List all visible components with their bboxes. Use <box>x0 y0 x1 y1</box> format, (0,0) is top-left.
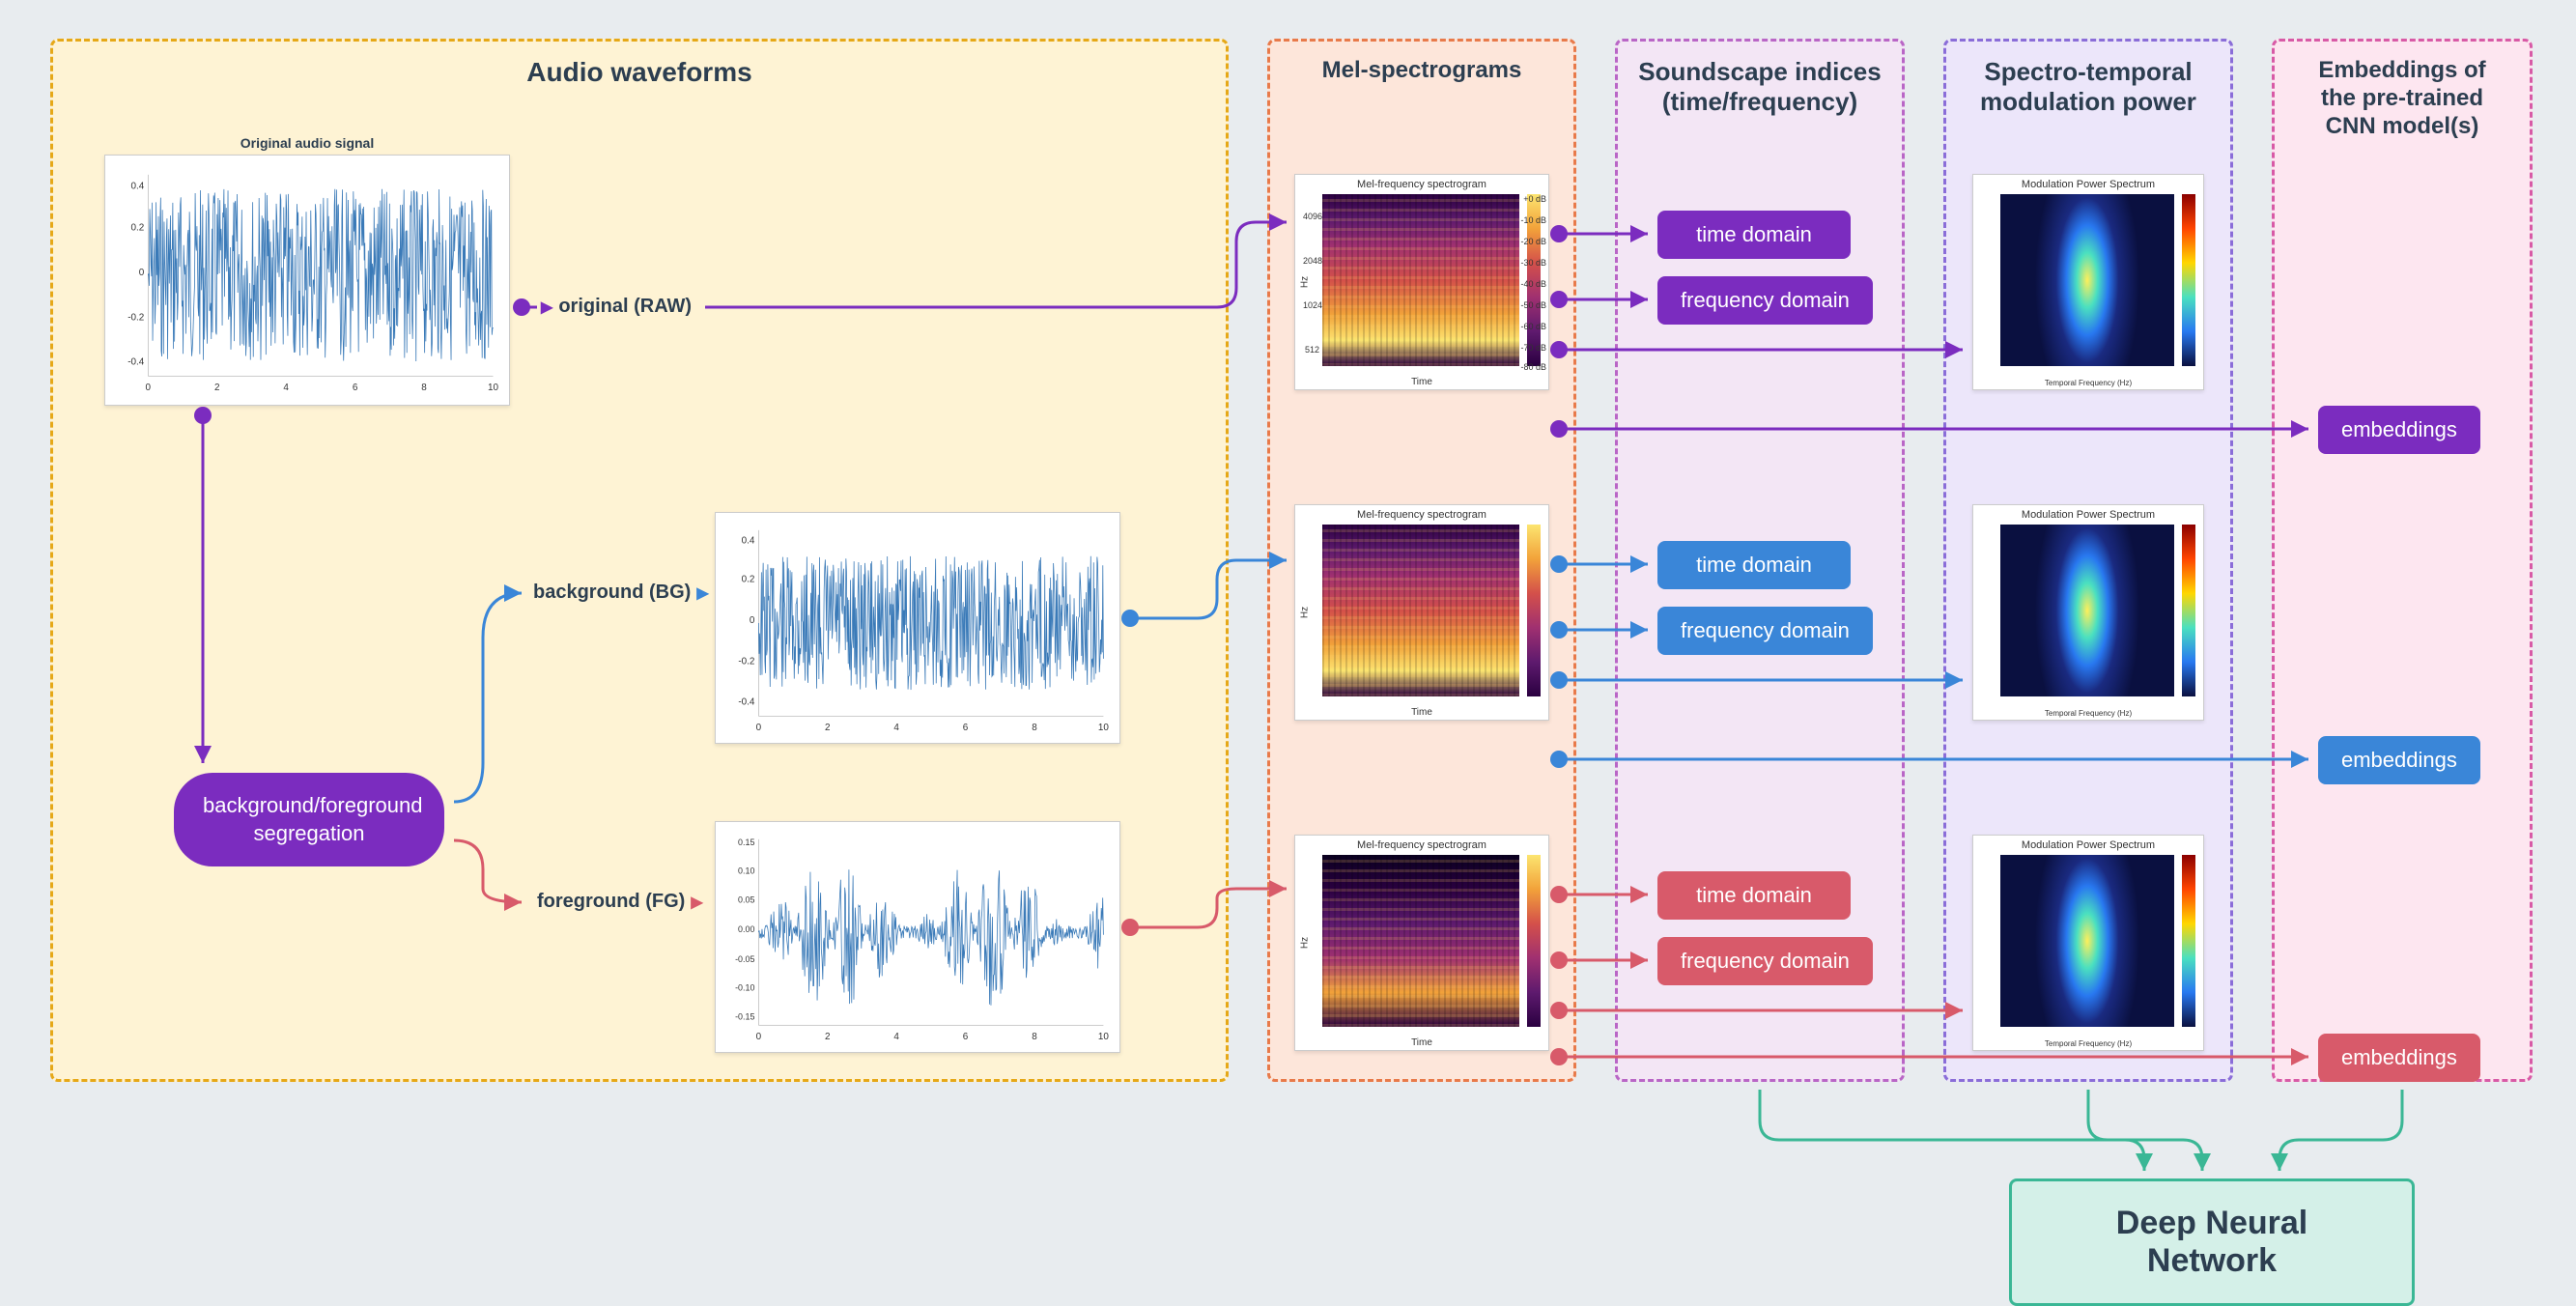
background-waveform-chart: 0.4 0.2 0 -0.2 -0.4 0 2 4 6 8 10 <box>715 512 1120 744</box>
svg-text:0.4: 0.4 <box>742 536 755 547</box>
svg-text:4: 4 <box>283 383 289 393</box>
svg-text:-0.4: -0.4 <box>738 696 755 707</box>
mps-heatmap <box>2000 194 2174 366</box>
mel-spectrogram-background: Mel-frequency spectrogram Hz Time <box>1294 504 1549 721</box>
svg-text:-0.4: -0.4 <box>127 356 145 367</box>
panel-title-mps: Spectro-temporal modulation power <box>1962 57 2215 117</box>
mel-spectrogram-foreground: Mel-frequency spectrogram Hz Time <box>1294 835 1549 1051</box>
svg-text:-0.10: -0.10 <box>735 983 754 993</box>
original-waveform-group: Original audio signal 0.4 0.2 0 -0.2 -0.4 0 2… <box>104 135 510 406</box>
svg-text:10: 10 <box>1098 1032 1110 1042</box>
embeddings-badge-original: embeddings <box>2318 406 2480 454</box>
flow-label-background: background (BG)▶ <box>533 582 709 604</box>
panel-title-indices: Soundscape indices (time/frequency) <box>1633 57 1886 117</box>
mps-colorbar <box>2182 525 2195 696</box>
svg-text:0.15: 0.15 <box>738 838 754 847</box>
svg-text:0.05: 0.05 <box>738 894 754 904</box>
mps-colorbar <box>2182 855 2195 1027</box>
embeddings-badge-bg: embeddings <box>2318 736 2480 784</box>
flow-label-original: ▶original (RAW) <box>541 296 692 318</box>
svg-text:-0.15: -0.15 <box>735 1011 754 1021</box>
svg-text:0: 0 <box>750 615 755 626</box>
svg-text:0.00: 0.00 <box>738 924 754 934</box>
svg-text:8: 8 <box>1032 723 1037 733</box>
mps-heatmap <box>2000 525 2174 696</box>
svg-text:2: 2 <box>825 1032 831 1042</box>
svg-text:8: 8 <box>1032 1032 1037 1042</box>
mel-heatmap <box>1322 194 1519 366</box>
mel-heatmap <box>1322 855 1519 1027</box>
svg-text:0: 0 <box>146 383 152 393</box>
freq-domain-badge-bg: frequency domain <box>1657 607 1873 655</box>
svg-text:0.10: 0.10 <box>738 866 754 876</box>
svg-text:-0.2: -0.2 <box>127 313 145 324</box>
panel-title-mel: Mel-spectrograms <box>1286 57 1558 84</box>
svg-text:0.4: 0.4 <box>131 182 145 192</box>
time-domain-badge-original: time domain <box>1657 211 1851 259</box>
segregation-pill: background/foreground segregation <box>174 773 444 866</box>
mel-colorbar <box>1527 855 1541 1027</box>
svg-text:4: 4 <box>893 1032 899 1042</box>
mps-colorbar <box>2182 194 2195 366</box>
mps-original: Modulation Power Spectrum Spectral Frequ… <box>1972 174 2204 390</box>
embeddings-badge-fg: embeddings <box>2318 1034 2480 1082</box>
svg-text:10: 10 <box>488 383 499 393</box>
time-domain-badge-fg: time domain <box>1657 871 1851 920</box>
mps-background: Modulation Power Spectrum Spectral Frequ… <box>1972 504 2204 721</box>
svg-text:0.2: 0.2 <box>131 222 145 233</box>
svg-text:4: 4 <box>893 723 899 733</box>
svg-text:6: 6 <box>963 723 969 733</box>
svg-text:2: 2 <box>825 723 831 733</box>
mel-colorbar <box>1527 525 1541 696</box>
panel-embeddings: Embeddings of the pre-trained CNN model(… <box>2272 39 2533 1082</box>
mps-foreground: Modulation Power Spectrum Spectral Frequ… <box>1972 835 2204 1051</box>
svg-text:2: 2 <box>214 383 220 393</box>
svg-text:8: 8 <box>421 383 427 393</box>
mel-spectrogram-original: Mel-frequency spectrogram Hz Time +0 dB … <box>1294 174 1549 390</box>
svg-text:0.2: 0.2 <box>742 574 755 584</box>
flow-label-foreground: foreground (FG)▶ <box>537 891 703 913</box>
svg-text:-0.2: -0.2 <box>738 657 755 667</box>
svg-text:0: 0 <box>756 723 762 733</box>
svg-text:10: 10 <box>1098 723 1110 733</box>
freq-domain-badge-fg: frequency domain <box>1657 937 1873 985</box>
original-waveform-chart: 0.4 0.2 0 -0.2 -0.4 0 2 4 6 8 10 <box>104 155 510 406</box>
svg-text:0: 0 <box>139 268 145 278</box>
foreground-waveform-chart: 0.15 0.10 0.05 0.00 -0.05 -0.10 -0.15 0 2 4 6 8 10 <box>715 821 1120 1053</box>
mps-heatmap <box>2000 855 2174 1027</box>
svg-text:6: 6 <box>353 383 358 393</box>
svg-text:0: 0 <box>756 1032 762 1042</box>
panel-title-audio: Audio waveforms <box>69 57 1210 88</box>
svg-text:-0.05: -0.05 <box>735 954 754 964</box>
deep-neural-network-box: Deep Neural Network <box>2009 1178 2415 1306</box>
segregation-process: background/foreground segregation <box>174 773 444 866</box>
freq-domain-badge-original: frequency domain <box>1657 276 1873 325</box>
time-domain-badge-bg: time domain <box>1657 541 1851 589</box>
panel-title-emb: Embeddings of the pre-trained CNN model(… <box>2290 57 2514 140</box>
svg-text:6: 6 <box>963 1032 969 1042</box>
mel-heatmap <box>1322 525 1519 696</box>
original-waveform-label: Original audio signal <box>104 135 510 151</box>
